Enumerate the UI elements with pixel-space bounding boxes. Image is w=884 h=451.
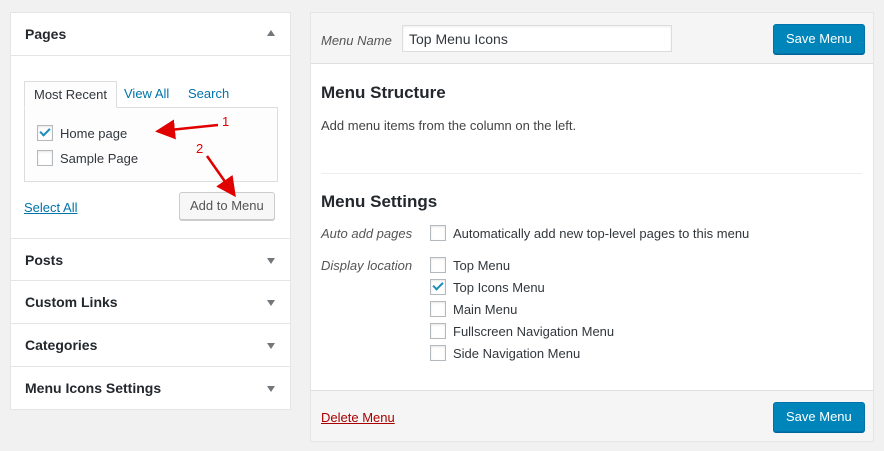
auto-add-pages-label: Auto add pages [321, 226, 413, 241]
expand-arrow-icon[interactable] [267, 300, 275, 306]
save-menu-button-bottom[interactable]: Save Menu [773, 402, 865, 432]
sample-page-label: Sample Page [60, 151, 139, 166]
auto-add-pages-checkbox[interactable] [430, 225, 446, 241]
expand-arrow-icon[interactable] [267, 258, 275, 264]
custom-links-section-header[interactable]: Custom Links [11, 281, 290, 324]
menu-settings-heading: Menu Settings [321, 192, 438, 211]
home-page-checkbox[interactable] [37, 125, 53, 141]
location-top-icons-menu-label: Top Icons Menu [453, 280, 545, 295]
location-main-menu-label: Main Menu [453, 302, 518, 317]
posts-section-header[interactable]: Posts [11, 238, 290, 281]
location-top-menu-label: Top Menu [453, 258, 511, 273]
expand-arrow-icon[interactable] [267, 386, 275, 392]
location-fullscreen-navigation-menu-checkbox[interactable] [430, 323, 446, 339]
location-top-menu-checkbox[interactable] [430, 257, 446, 273]
pages-section-header[interactable]: Pages [11, 13, 290, 56]
categories-section-title: Categories [25, 337, 98, 353]
custom-links-section-title: Custom Links [25, 294, 118, 310]
menu-structure-heading: Menu Structure [321, 83, 446, 102]
location-top-icons-menu-checkbox[interactable] [430, 279, 446, 295]
menu-name-label: Menu Name [321, 33, 392, 48]
pages-section-title: Pages [25, 26, 67, 42]
sample-page-checkbox[interactable] [37, 150, 53, 166]
checkmark-icon [432, 279, 444, 291]
add-to-menu-button[interactable]: Add to Menu [179, 192, 275, 220]
tab-view-all[interactable]: View All [115, 81, 178, 108]
menu-name-input[interactable] [402, 25, 672, 52]
menu-icons-settings-section-header[interactable]: Menu Icons Settings [11, 367, 290, 410]
menu-footer: Delete Menu Save Menu [311, 390, 873, 441]
checkmark-icon [39, 125, 51, 137]
location-fullscreen-navigation-menu-label: Fullscreen Navigation Menu [453, 324, 615, 339]
divider [321, 173, 862, 174]
collapse-arrow-icon[interactable] [267, 30, 275, 36]
most-recent-pages-list: Home page Sample Page [24, 107, 278, 182]
select-all-link[interactable]: Select All [24, 200, 77, 215]
display-location-label: Display location [321, 258, 413, 273]
menu-header: Menu Name Save Menu [311, 13, 873, 64]
delete-menu-link[interactable]: Delete Menu [321, 410, 395, 425]
pages-tabs: Most Recent View All Search [24, 81, 279, 108]
menu-structure-description: Add menu items from the column on the le… [321, 118, 577, 133]
auto-add-pages-option-label: Automatically add new top-level pages to… [453, 226, 750, 241]
location-side-navigation-menu-label: Side Navigation Menu [453, 346, 581, 361]
location-side-navigation-menu-checkbox[interactable] [430, 345, 446, 361]
menu-edit-panel: Menu Name Save Menu Menu Structure Add m… [310, 12, 874, 442]
home-page-label: Home page [60, 126, 128, 141]
tab-most-recent[interactable]: Most Recent [24, 81, 117, 108]
tab-search[interactable]: Search [179, 81, 238, 108]
categories-section-header[interactable]: Categories [11, 324, 290, 367]
location-main-menu-checkbox[interactable] [430, 301, 446, 317]
posts-section-title: Posts [25, 252, 64, 268]
save-menu-button[interactable]: Save Menu [773, 24, 865, 54]
add-menu-items-panel: Pages Most Recent View All Search Home p… [10, 12, 291, 410]
menu-icons-settings-section-title: Menu Icons Settings [25, 380, 162, 396]
expand-arrow-icon[interactable] [267, 343, 275, 349]
